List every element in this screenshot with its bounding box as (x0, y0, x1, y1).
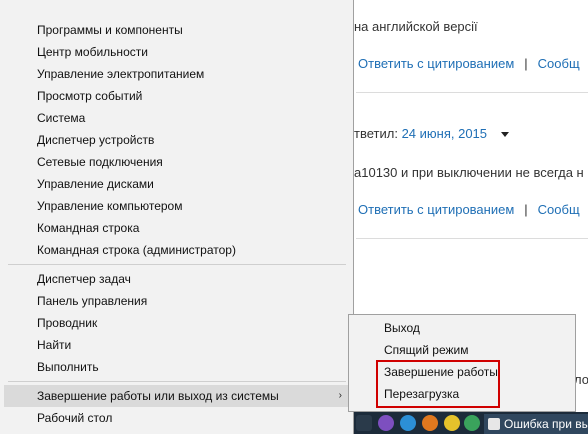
chrome-icon[interactable] (464, 415, 480, 431)
chevron-down-icon[interactable] (500, 132, 509, 138)
post-text-line1: на английской версії (354, 19, 478, 34)
menu-item-shutdown-label: Завершение работы или выход из системы (37, 389, 279, 403)
media-player-icon[interactable] (422, 415, 438, 431)
menu-item-system[interactable]: Система (4, 107, 350, 129)
menu-separator (8, 381, 346, 382)
winx-context-menu: Программы и компоненты Центр мобильности… (0, 0, 354, 434)
post-header: тветил: 24 июня, 2015 (354, 126, 509, 141)
menu-item-power-options[interactable]: Управление электропитанием (4, 63, 350, 85)
post-divider (356, 92, 588, 93)
reply-quote-link[interactable]: Ответить с цитированием (358, 202, 514, 217)
taskbar-window-label: Ошибка при выкл (504, 417, 588, 431)
post-date-link[interactable]: 24 июня, 2015 (402, 126, 487, 141)
menu-item-programs[interactable]: Программы и компоненты (4, 19, 350, 41)
menu-item-command-prompt[interactable]: Командная строка (4, 217, 350, 239)
menu-item-explorer[interactable]: Проводник (4, 312, 350, 334)
menu-item-disk-management[interactable]: Управление дисками (4, 173, 350, 195)
post-edge-text: ло (574, 372, 588, 387)
taskbar: Ошибка при выкл (352, 412, 588, 434)
menu-item-search[interactable]: Найти (4, 334, 350, 356)
menu-item-command-prompt-admin[interactable]: Командная строка (администратор) (4, 239, 350, 261)
message-link[interactable]: Сообщ (538, 56, 580, 71)
document-icon (488, 418, 500, 430)
menu-item-mobility-center[interactable]: Центр мобильности (4, 41, 350, 63)
menu-item-computer-management[interactable]: Управление компьютером (4, 195, 350, 217)
skype-icon[interactable] (400, 415, 416, 431)
post-actions-2: Ответить с цитированием | Сообщ (358, 202, 580, 217)
submenu-item-signout[interactable]: Выход (350, 317, 574, 339)
highlight-annotation (376, 360, 500, 408)
menu-separator (8, 264, 346, 265)
menu-item-control-panel[interactable]: Панель управления (4, 290, 350, 312)
reply-quote-link[interactable]: Ответить с цитированием (358, 56, 514, 71)
taskbar-app-icon[interactable] (356, 415, 372, 431)
viber-icon[interactable] (378, 415, 394, 431)
post-divider (356, 238, 588, 239)
menu-item-network-connections[interactable]: Сетевые подключения (4, 151, 350, 173)
submenu-item-sleep[interactable]: Спящий режим (350, 339, 574, 361)
post-body-text: а10130 и при выключении не всегда н (354, 165, 584, 180)
menu-item-task-manager[interactable]: Диспетчер задач (4, 268, 350, 290)
chevron-right-icon: › (338, 390, 342, 401)
menu-item-event-viewer[interactable]: Просмотр событий (4, 85, 350, 107)
yandex-browser-icon[interactable] (444, 415, 460, 431)
message-link[interactable]: Сообщ (538, 202, 580, 217)
menu-item-run[interactable]: Выполнить (4, 356, 350, 378)
taskbar-window-button[interactable]: Ошибка при выкл (484, 414, 588, 434)
menu-item-shutdown-signout[interactable]: Завершение работы или выход из системы › (4, 385, 350, 407)
post-actions-1: Ответить с цитированием | Сообщ (358, 56, 580, 71)
menu-item-device-manager[interactable]: Диспетчер устройств (4, 129, 350, 151)
menu-item-desktop[interactable]: Рабочий стол (4, 407, 350, 429)
